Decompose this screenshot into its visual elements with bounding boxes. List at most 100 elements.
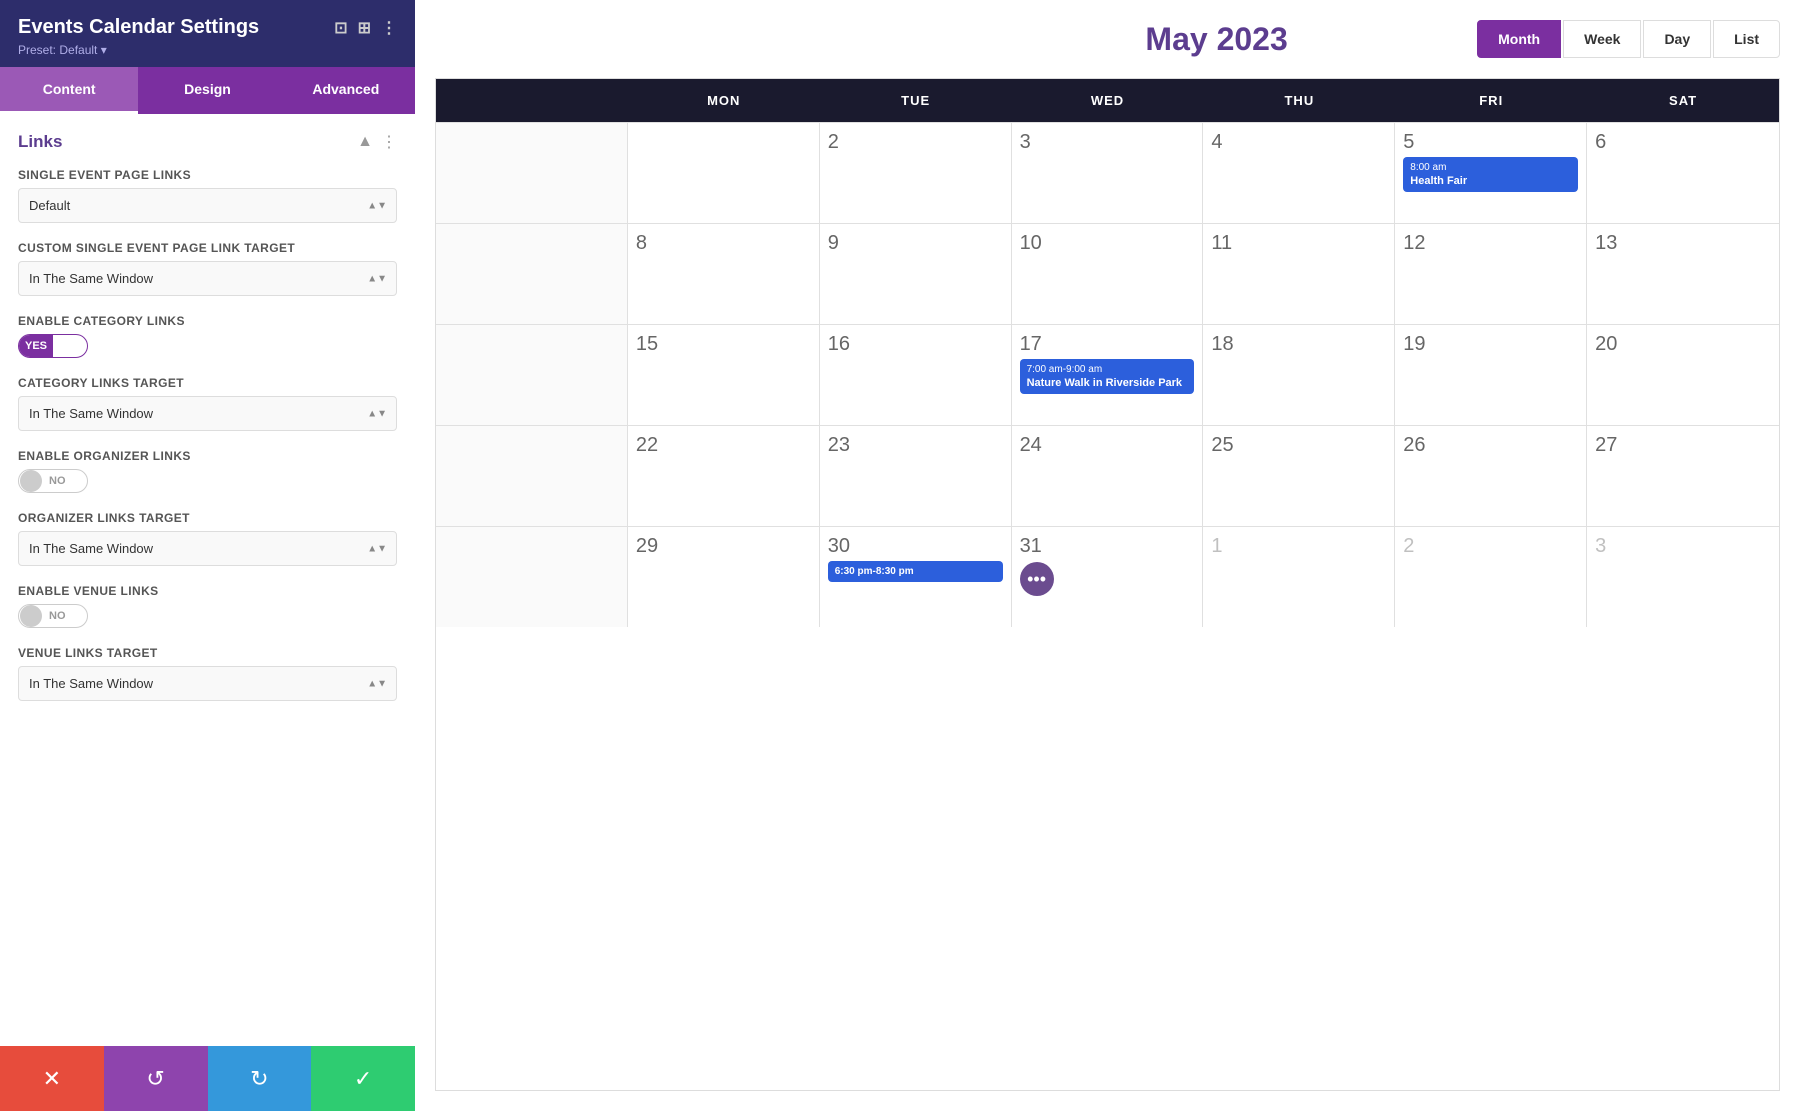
view-month-button[interactable]: Month (1477, 20, 1561, 58)
cancel-button[interactable]: ✕ (0, 1046, 104, 1111)
cal-cell-w2-thu: 11 (1203, 224, 1395, 324)
cal-cell-w5-tue: 30 6:30 pm-8:30 pm (820, 527, 1012, 627)
event-nature-walk[interactable]: 7:00 am-9:00 am Nature Walk in Riverside… (1020, 359, 1195, 394)
cal-cell-w2-fri: 12 (1395, 224, 1587, 324)
enable-category-links-label: Enable Category Links (18, 314, 397, 328)
enable-venue-links-label: Enable Venue Links (18, 584, 397, 598)
cal-cell-w3-sat: 20 (1587, 325, 1779, 425)
enable-category-links-field: Enable Category Links YES (18, 314, 397, 358)
section-more-icon[interactable]: ⋮ (381, 132, 397, 152)
cal-week-2: 8 9 10 11 12 13 (436, 223, 1779, 324)
cal-cell-w3-thu: 18 (1203, 325, 1395, 425)
custom-link-target-field: Custom Single Event Page Link Target In … (18, 241, 397, 296)
custom-link-target-select[interactable]: In The Same Window In A New Window (18, 261, 397, 296)
event-health-fair[interactable]: 8:00 am Health Fair (1403, 157, 1578, 192)
panel-title-row: Events Calendar Settings ⊡ ⊞ ⋮ (18, 16, 397, 39)
tab-content[interactable]: Content (0, 67, 138, 114)
venue-links-target-select-wrapper: In The Same Window In A New Window (18, 666, 397, 701)
cal-week-4: 22 23 24 25 26 27 (436, 425, 1779, 526)
more-events-button[interactable]: ••• (1020, 562, 1054, 596)
calendar-header: MON TUE WED THU FRI SAT (436, 79, 1779, 122)
enable-organizer-links-label: Enable Organizer Links (18, 449, 397, 463)
calendar-nav: May 2023 Month Week Day List (435, 20, 1780, 58)
enable-venue-links-field: Enable Venue Links NO (18, 584, 397, 628)
venue-links-target-select[interactable]: In The Same Window In A New Window (18, 666, 397, 701)
layout-icon[interactable]: ⊞ (358, 18, 371, 38)
event-title: Health Fair (1410, 174, 1571, 188)
event-time: 8:00 am (1410, 161, 1571, 174)
toggle-handle (54, 335, 76, 357)
view-day-button[interactable]: Day (1643, 20, 1711, 58)
single-event-links-select[interactable]: Default Custom (18, 188, 397, 223)
view-list-button[interactable]: List (1713, 20, 1780, 58)
cal-cell-w4-thu: 25 (1203, 426, 1395, 526)
redo-button[interactable]: ↻ (208, 1046, 312, 1111)
category-links-target-select-wrapper: In The Same Window In A New Window (18, 396, 397, 431)
event-630[interactable]: 6:30 pm-8:30 pm (828, 561, 1003, 582)
cal-cell-w4-wed: 24 (1012, 426, 1204, 526)
cal-cell-w5-mon: 29 (628, 527, 820, 627)
toggle-no-label-org: NO (43, 470, 72, 492)
cal-cell-w3-fri: 19 (1395, 325, 1587, 425)
cal-header-sun (436, 79, 628, 122)
view-buttons: Month Week Day List (1477, 20, 1780, 58)
cal-cell-w4-tue: 23 (820, 426, 1012, 526)
cal-week-5: 29 30 6:30 pm-8:30 pm 31 ••• 1 2 3 (436, 526, 1779, 627)
single-event-links-field: Single Event Page Links Default Custom (18, 168, 397, 223)
cal-cell-w4-sun (436, 426, 628, 526)
single-event-links-select-wrapper: Default Custom (18, 188, 397, 223)
view-week-button[interactable]: Week (1563, 20, 1641, 58)
section-controls: ▲ ⋮ (357, 132, 397, 152)
cal-cell-w3-wed: 17 7:00 am-9:00 am Nature Walk in Rivers… (1012, 325, 1204, 425)
toggle-handle-venue (20, 605, 42, 627)
organizer-links-target-field: Organizer Links Target In The Same Windo… (18, 511, 397, 566)
panel-title: Events Calendar Settings (18, 16, 334, 39)
undo-icon: ↺ (146, 1066, 164, 1092)
save-button[interactable]: ✓ (311, 1046, 415, 1111)
enable-venue-toggle[interactable]: NO (18, 604, 88, 628)
enable-category-toggle-row: YES (18, 334, 397, 358)
cal-cell-w3-sun (436, 325, 628, 425)
organizer-links-target-select[interactable]: In The Same Window In A New Window (18, 531, 397, 566)
collapse-icon[interactable]: ▲ (357, 133, 373, 151)
more-icon[interactable]: ⋮ (381, 18, 397, 38)
cal-header-fri: FRI (1395, 79, 1587, 122)
toggle-handle-org (20, 470, 42, 492)
enable-organizer-toggle[interactable]: NO (18, 469, 88, 493)
save-icon: ✓ (354, 1066, 372, 1092)
tab-bar: Content Design Advanced (0, 67, 415, 114)
cal-cell-w5-sun (436, 527, 628, 627)
category-links-target-select[interactable]: In The Same Window In A New Window (18, 396, 397, 431)
organizer-links-target-select-wrapper: In The Same Window In A New Window (18, 531, 397, 566)
enable-category-toggle[interactable]: YES (18, 334, 88, 358)
window-icon[interactable]: ⊡ (334, 18, 347, 38)
event-time-walk: 7:00 am-9:00 am (1027, 363, 1188, 376)
cal-cell-w4-mon: 22 (628, 426, 820, 526)
cal-cell-w5-wed: 31 ••• (1012, 527, 1204, 627)
cal-cell-w4-sat: 27 (1587, 426, 1779, 526)
cal-header-thu: THU (1203, 79, 1395, 122)
undo-button[interactable]: ↺ (104, 1046, 208, 1111)
panel-header: Events Calendar Settings ⊡ ⊞ ⋮ Preset: D… (0, 0, 415, 67)
cal-cell-w1-fri: 5 8:00 am Health Fair (1395, 123, 1587, 223)
more-dots-icon: ••• (1027, 569, 1046, 590)
links-section-title: Links (18, 132, 62, 152)
category-links-target-label: Category Links Target (18, 376, 397, 390)
cal-cell-w2-tue: 9 (820, 224, 1012, 324)
cal-cell-w1-sun (436, 123, 628, 223)
cal-header-sat: SAT (1587, 79, 1779, 122)
cal-cell-w5-thu: 1 (1203, 527, 1395, 627)
panel-content: Links ▲ ⋮ Single Event Page Links Defaul… (0, 114, 415, 1046)
cal-cell-w4-fri: 26 (1395, 426, 1587, 526)
preset-label: Preset: Default ▾ (18, 43, 397, 57)
cal-header-mon: MON (628, 79, 820, 122)
tab-advanced[interactable]: Advanced (277, 67, 415, 114)
venue-links-target-label: Venue Links Target (18, 646, 397, 660)
calendar-panel: May 2023 Month Week Day List MON TUE WED… (415, 0, 1800, 1111)
toggle-yes-label: YES (19, 335, 53, 357)
cal-cell-w2-wed: 10 (1012, 224, 1204, 324)
event-title-walk: Nature Walk in Riverside Park (1027, 376, 1188, 390)
cal-week-3: 15 16 17 7:00 am-9:00 am Nature Walk in … (436, 324, 1779, 425)
custom-link-target-label: Custom Single Event Page Link Target (18, 241, 397, 255)
tab-design[interactable]: Design (138, 67, 276, 114)
